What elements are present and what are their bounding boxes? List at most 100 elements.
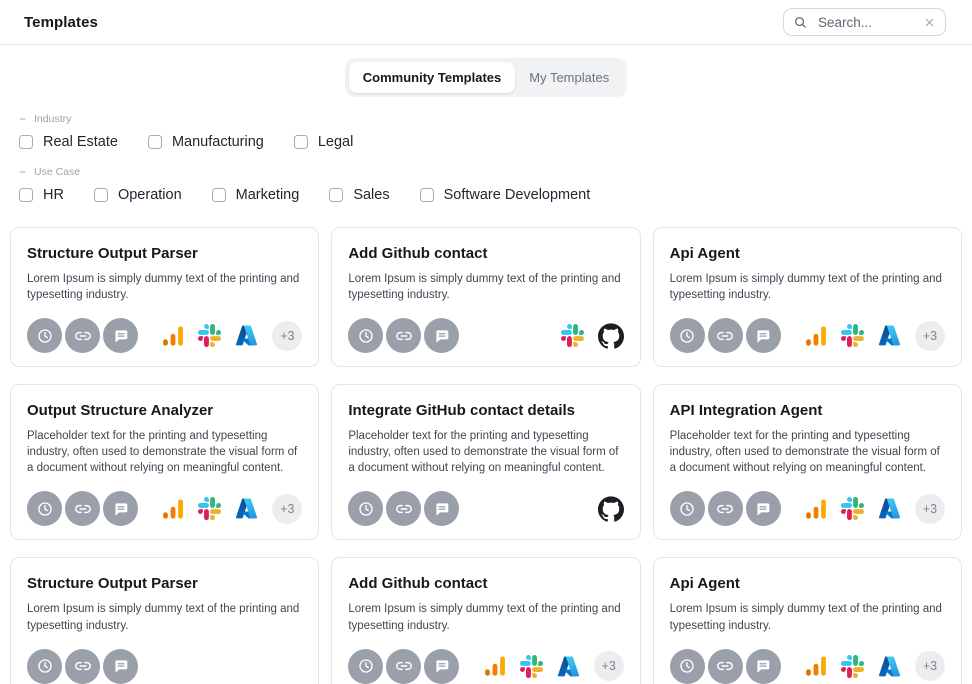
search-box[interactable]	[783, 8, 946, 36]
checkbox[interactable]	[19, 188, 33, 202]
schedule-button[interactable]	[348, 491, 383, 526]
integration-group: +3	[162, 494, 302, 524]
card-footer: +3	[27, 303, 302, 353]
template-card[interactable]: Api Agent Lorem Ipsum is simply dummy te…	[653, 557, 962, 684]
template-card[interactable]: API Integration Agent Placeholder text f…	[653, 384, 962, 540]
tab-my-templates[interactable]: My Templates	[515, 62, 623, 93]
integration-group: +3	[805, 651, 945, 681]
schedule-button[interactable]	[27, 491, 62, 526]
link-button[interactable]	[65, 649, 100, 684]
google-analytics-icon	[162, 325, 184, 347]
filter-group-label: Use Case	[34, 166, 80, 178]
action-group	[348, 649, 459, 684]
template-card[interactable]: Add Github contact Lorem Ipsum is simply…	[331, 557, 640, 684]
action-group	[670, 318, 781, 353]
chat-button[interactable]	[746, 491, 781, 526]
link-button[interactable]	[65, 491, 100, 526]
template-card[interactable]: Add Github contact Lorem Ipsum is simply…	[331, 227, 640, 367]
clock-icon	[678, 500, 696, 518]
link-button[interactable]	[708, 318, 743, 353]
link-icon	[395, 327, 413, 345]
schedule-button[interactable]	[670, 649, 705, 684]
schedule-button[interactable]	[670, 491, 705, 526]
checkbox-label: Operation	[118, 187, 182, 203]
chat-icon	[112, 500, 130, 518]
template-card[interactable]: Api Agent Lorem Ipsum is simply dummy te…	[653, 227, 962, 367]
collapse-icon[interactable]: −	[19, 166, 26, 178]
chat-button[interactable]	[746, 649, 781, 684]
chat-icon	[433, 327, 451, 345]
tab-community-templates[interactable]: Community Templates	[349, 62, 515, 93]
checkbox-label: Marketing	[236, 187, 300, 203]
chat-button[interactable]	[424, 318, 459, 353]
card-title: Add Github contact	[348, 245, 623, 262]
azure-icon	[878, 497, 901, 520]
checkbox[interactable]	[212, 188, 226, 202]
collapse-icon[interactable]: −	[19, 113, 26, 125]
checkbox[interactable]	[420, 188, 434, 202]
chat-button[interactable]	[103, 649, 138, 684]
filter-checkbox-marketing[interactable]: Marketing	[212, 187, 300, 203]
filters: − Industry Real Estate Manufacturing Leg…	[0, 113, 972, 203]
link-button[interactable]	[65, 318, 100, 353]
more-count-badge: +3	[915, 651, 945, 681]
card-description: Lorem Ipsum is simply dummy text of the …	[27, 601, 302, 633]
chat-button[interactable]	[103, 491, 138, 526]
checkbox[interactable]	[329, 188, 343, 202]
chat-icon	[433, 657, 451, 675]
filter-checkbox-software-development[interactable]: Software Development	[420, 187, 591, 203]
filter-checkbox-legal[interactable]: Legal	[294, 134, 353, 150]
filter-checkbox-hr[interactable]: HR	[19, 187, 64, 203]
card-title: Structure Output Parser	[27, 245, 302, 262]
google-analytics-icon	[484, 655, 506, 677]
action-group	[27, 649, 138, 684]
link-button[interactable]	[708, 649, 743, 684]
checkbox[interactable]	[94, 188, 108, 202]
integration-group: +3	[805, 494, 945, 524]
card-footer: +3	[27, 476, 302, 526]
schedule-button[interactable]	[348, 649, 383, 684]
search-icon	[793, 15, 808, 30]
checkbox[interactable]	[294, 135, 308, 149]
clear-icon[interactable]	[923, 16, 936, 29]
link-button[interactable]	[386, 491, 421, 526]
search-input[interactable]	[816, 14, 915, 31]
link-button[interactable]	[386, 318, 421, 353]
clock-icon	[36, 327, 54, 345]
chat-button[interactable]	[746, 318, 781, 353]
filter-checkbox-manufacturing[interactable]: Manufacturing	[148, 134, 264, 150]
slack-icon	[841, 324, 864, 347]
schedule-button[interactable]	[27, 649, 62, 684]
header: Templates	[0, 0, 972, 45]
chat-button[interactable]	[424, 491, 459, 526]
slack-icon	[841, 497, 864, 520]
checkbox-label: Sales	[353, 187, 389, 203]
action-group	[27, 491, 138, 526]
filter-checkbox-sales[interactable]: Sales	[329, 187, 389, 203]
template-card[interactable]: Structure Output Parser Lorem Ipsum is s…	[10, 227, 319, 367]
schedule-button[interactable]	[27, 318, 62, 353]
link-button[interactable]	[708, 491, 743, 526]
slack-icon	[841, 655, 864, 678]
template-card[interactable]: Structure Output Parser Lorem Ipsum is s…	[10, 557, 319, 684]
chat-icon	[112, 327, 130, 345]
schedule-button[interactable]	[348, 318, 383, 353]
chat-button[interactable]	[424, 649, 459, 684]
more-count-badge: +3	[915, 321, 945, 351]
chat-button[interactable]	[103, 318, 138, 353]
template-card[interactable]: Output Structure Analyzer Placeholder te…	[10, 384, 319, 540]
card-footer	[348, 476, 623, 526]
filter-checkbox-operation[interactable]: Operation	[94, 187, 182, 203]
card-title: Integrate GitHub contact details	[348, 402, 623, 419]
use-case-options: HR Operation Marketing Sales Software De…	[16, 187, 956, 203]
link-icon	[716, 657, 734, 675]
filter-checkbox-real-estate[interactable]: Real Estate	[19, 134, 118, 150]
card-footer: +3	[670, 303, 945, 353]
checkbox[interactable]	[148, 135, 162, 149]
schedule-button[interactable]	[670, 318, 705, 353]
template-card[interactable]: Integrate GitHub contact details Placeho…	[331, 384, 640, 540]
checkbox[interactable]	[19, 135, 33, 149]
link-button[interactable]	[386, 649, 421, 684]
link-icon	[395, 500, 413, 518]
page-title: Templates	[24, 14, 98, 31]
